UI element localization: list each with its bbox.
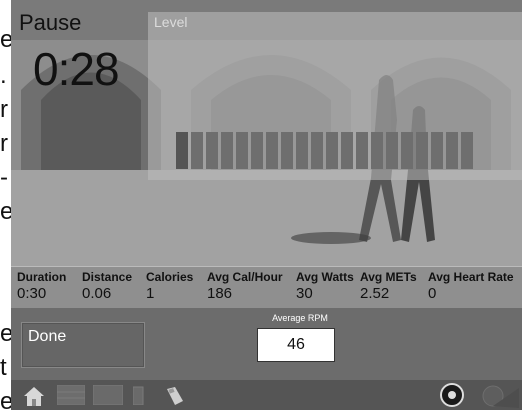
side-letter: - — [0, 164, 8, 191]
stat-label: Avg Watts — [296, 270, 354, 284]
level-bar — [356, 132, 368, 169]
stat-label: Calories — [146, 270, 194, 284]
stat-value: 186 — [207, 285, 233, 302]
stat-label: Duration — [17, 270, 67, 284]
usb-icon[interactable] — [163, 385, 185, 407]
stat-value: 0:30 — [17, 285, 47, 302]
level-bar — [236, 132, 248, 169]
stat-avg-cal-hour: Avg Cal/Hour 186 — [207, 270, 283, 302]
stat-calories: Calories 1 — [146, 270, 193, 302]
elapsed-time: 0:28 — [33, 43, 120, 95]
bottom-toolbar — [11, 380, 522, 410]
level-bar — [401, 132, 413, 169]
average-rpm-value: 46 — [257, 328, 335, 362]
workout-screen: Pause 0:28 Level Duration 0:30 Distance … — [11, 0, 522, 410]
level-bar — [371, 132, 383, 169]
level-bar — [461, 132, 473, 169]
level-bar — [431, 132, 443, 169]
phone-icon[interactable] — [133, 385, 145, 405]
stat-value: 2.52 — [360, 285, 390, 302]
knob-icon[interactable] — [473, 382, 519, 408]
stat-value: 0 — [428, 285, 437, 302]
stat-label: Distance — [82, 270, 133, 284]
level-panel: Level — [148, 12, 522, 180]
done-button[interactable]: Done — [21, 322, 145, 368]
average-rpm-title: Average RPM — [272, 313, 328, 323]
level-bar-graph — [176, 132, 473, 169]
stat-value: 0.06 — [82, 285, 112, 302]
stat-label: Avg Cal/Hour — [207, 270, 283, 284]
level-bar — [251, 132, 263, 169]
level-bar — [341, 132, 353, 169]
level-bar — [281, 132, 293, 169]
stat-avg-heart-rate: Avg Heart Rate 0 — [428, 270, 514, 302]
background-scene: Pause 0:28 Level — [11, 0, 522, 266]
done-button-label: Done — [28, 328, 67, 345]
level-bar — [266, 132, 278, 169]
side-letter: r — [0, 96, 8, 123]
level-bar — [326, 132, 338, 169]
stat-value: 30 — [296, 285, 313, 302]
level-label: Level — [154, 14, 188, 30]
stat-label: Avg METs — [360, 270, 417, 284]
stat-label: Avg Heart Rate — [428, 270, 514, 284]
stat-distance: Distance 0.06 — [82, 270, 132, 302]
grid-icon[interactable] — [57, 385, 85, 405]
home-icon[interactable] — [23, 385, 45, 407]
level-bar — [221, 132, 233, 169]
level-bar — [446, 132, 458, 169]
level-bar — [386, 132, 398, 169]
controls-panel: Done Average RPM 46 — [11, 308, 522, 380]
stat-avg-watts: Avg Watts 30 — [296, 270, 354, 302]
stat-avg-mets: Avg METs 2.52 — [360, 270, 417, 302]
stat-value: 1 — [146, 285, 155, 302]
headphone-icon[interactable] — [439, 382, 465, 408]
stats-bar: Duration 0:30 Distance 0.06 Calories 1 A… — [11, 266, 522, 309]
level-bar — [311, 132, 323, 169]
side-letter: t — [0, 354, 7, 381]
side-letter: r — [0, 130, 8, 157]
screen-icon[interactable] — [93, 385, 123, 405]
level-bar — [191, 132, 203, 169]
pause-label[interactable]: Pause — [19, 10, 81, 36]
level-bar — [176, 132, 188, 169]
stat-duration: Duration 0:30 — [17, 270, 66, 302]
level-bar — [206, 132, 218, 169]
level-bar — [296, 132, 308, 169]
side-letter: . — [0, 62, 7, 89]
level-bar — [416, 132, 428, 169]
